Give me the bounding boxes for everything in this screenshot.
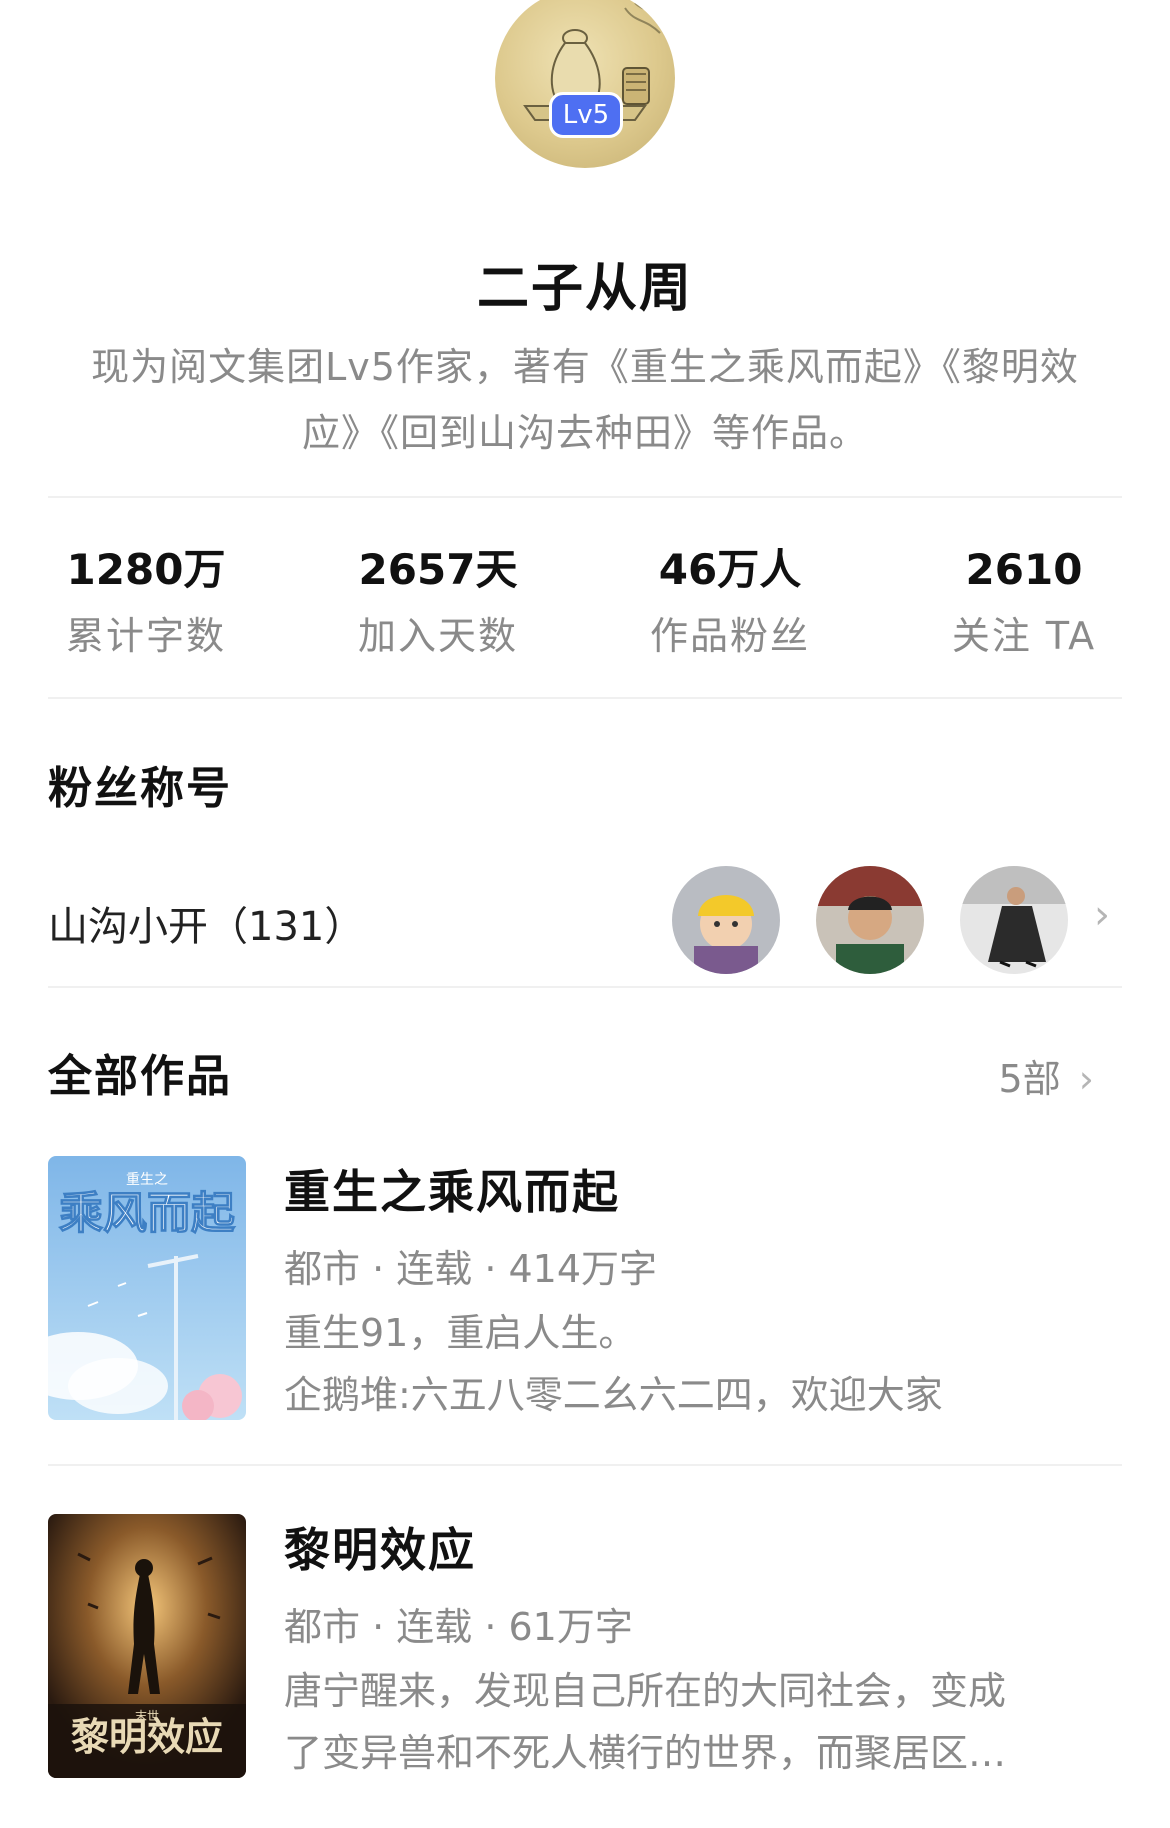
works-count-link[interactable]: 5部 › (999, 1048, 1094, 1103)
stat-value: 2657天 (358, 545, 518, 594)
stat-label: 关注 TA (951, 614, 1097, 658)
stats-row: 1280万 累计字数 2657天 加入天数 46万人 作品粉丝 2610 关注 … (0, 540, 1170, 680)
cover-small-text: 末世 (135, 1709, 159, 1723)
stat-total-words[interactable]: 1280万 累计字数 (16, 540, 276, 666)
works-count: 5部 (998, 1057, 1061, 1101)
fan-avatar[interactable] (816, 866, 924, 974)
level-badge: Lv5 (549, 92, 623, 138)
book-cover[interactable]: 乘风而起 重生之 (48, 1156, 246, 1420)
book-desc-line: 唐宁醒来，发现自己所在的大同社会，变成 (284, 1669, 1007, 1713)
book-desc-line: 了变异兽和不死人横行的世界，而聚居区… (284, 1731, 1007, 1775)
fan-section-title: 粉丝称号 (48, 763, 232, 814)
fan-title-name: 山沟小开（131） (48, 904, 365, 950)
divider (48, 986, 1122, 988)
stat-following[interactable]: 2610 关注 TA (894, 540, 1154, 666)
stat-value: 1280万 (66, 545, 226, 594)
book-title[interactable]: 黎明效应 (284, 1514, 476, 1580)
stat-value: 2610 (965, 545, 1083, 594)
author-avatar-wrap[interactable]: Lv5 (495, 0, 675, 168)
book-desc-line: 重生91，重启人生。 (284, 1311, 637, 1355)
book-meta: 都市 · 连载 · 61万字 (284, 1605, 633, 1649)
author-avatar[interactable] (495, 0, 675, 168)
stat-label: 作品粉丝 (649, 614, 810, 658)
author-bio: 现为阅文集团Lv5作家，著有《重生之乘风而起》《黎明效应》《回到山沟去种田》等作… (91, 345, 1079, 455)
book-desc-line: 企鹅堆:六五八零二幺六二四，欢迎大家 (284, 1373, 943, 1417)
cover-small-text: 重生之 (126, 1172, 168, 1188)
stat-label: 累计字数 (65, 614, 226, 658)
book-item[interactable]: 乘风而起 重生之 重生之乘风而起 都市 · 连载 · 414万字 重生91，重启… (48, 1156, 1122, 1424)
chevron-right-icon[interactable]: › (1094, 892, 1110, 938)
book-cover[interactable]: 黎明效应 末世 (48, 1514, 246, 1778)
stat-value: 46万人 (658, 545, 802, 594)
book-meta: 都市 · 连载 · 414万字 (284, 1247, 658, 1291)
fan-title-row[interactable]: 山沟小开（131） › (48, 866, 1122, 976)
stat-join-days[interactable]: 2657天 加入天数 (308, 540, 568, 666)
fan-avatar[interactable] (960, 866, 1068, 974)
chevron-right-icon: › (1078, 1057, 1094, 1101)
divider (48, 1464, 1122, 1466)
stat-label: 加入天数 (357, 614, 518, 658)
works-section-title: 全部作品 (48, 1051, 232, 1102)
book-item[interactable]: 黎明效应 末世 黎明效应 都市 · 连载 · 61万字 唐宁醒来，发现自己所在的… (48, 1514, 1122, 1782)
avatar-painting-image (523, 2, 666, 121)
cover-title-text: 乘风而起 (59, 1188, 236, 1239)
fan-avatar[interactable] (672, 866, 780, 974)
divider (48, 697, 1122, 699)
stat-fans[interactable]: 46万人 作品粉丝 (600, 540, 860, 666)
divider (48, 496, 1122, 498)
author-name: 二子从周 (476, 259, 693, 319)
book-title[interactable]: 重生之乘风而起 (284, 1156, 620, 1222)
